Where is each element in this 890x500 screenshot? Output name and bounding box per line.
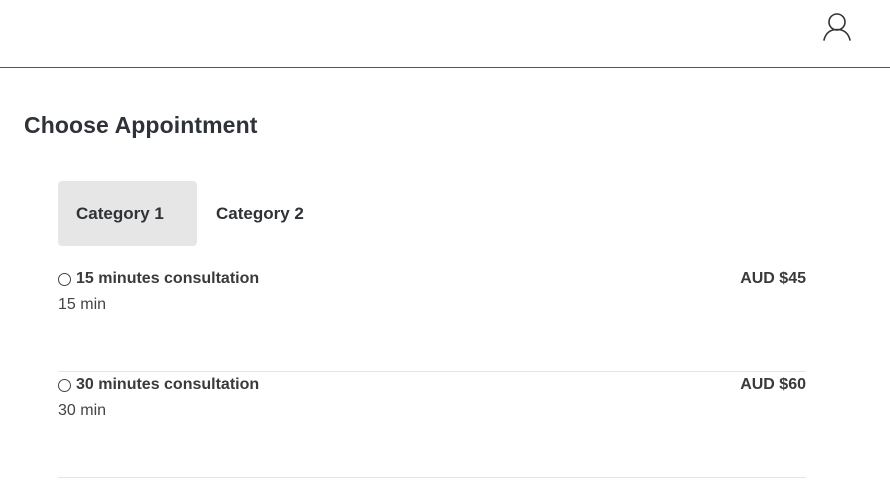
user-account-button[interactable] [820,8,854,44]
appointment-name-row: 30 minutes consultation [58,376,259,394]
appointment-name: 15 minutes consultation [76,270,260,287]
tab-label: Category 2 [216,203,304,223]
appointment-list: 15 minutes consultation 15 min AUD $45 3… [58,266,806,478]
tab-category-2[interactable]: Category 2 [197,181,304,246]
appointment-duration: 15 min [58,296,107,313]
top-bar [0,0,890,68]
appointment-option-30-min[interactable]: 30 minutes consultation 30 min AUD $60 [58,372,806,478]
appointment-name: 30 minutes consultation [76,376,260,393]
radio-button[interactable] [58,378,71,392]
tab-category-1[interactable]: Category 1 [58,181,197,246]
page-title: Choose Appointment [24,112,258,138]
appointment-price: AUD $60 [740,376,806,393]
user-icon [823,13,851,41]
radio-button[interactable] [58,272,71,286]
appointment-price: AUD $45 [740,270,806,287]
appointment-name-row: 15 minutes consultation [58,270,259,288]
appointment-duration: 30 min [58,402,107,419]
tab-label: Category 1 [76,203,164,223]
appointment-option-15-min[interactable]: 15 minutes consultation 15 min AUD $45 [58,266,806,372]
category-tabs: Category 1 Category 2 [58,181,304,246]
